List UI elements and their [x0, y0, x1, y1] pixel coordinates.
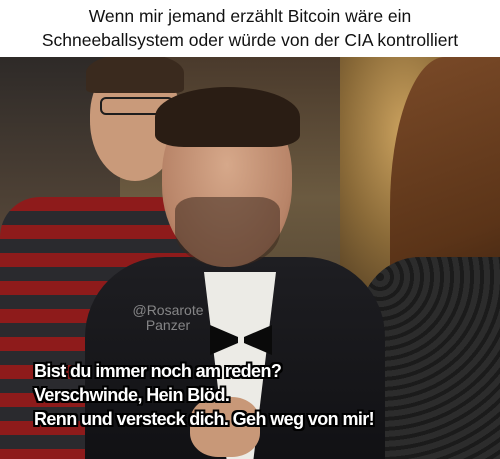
bottom-caption: Bist du immer noch am reden? Verschwinde…	[34, 359, 494, 431]
bottom-caption-line-3: Renn und versteck dich. Geh weg von mir!	[34, 409, 375, 429]
top-caption-line-2: Schneeballsystem oder würde von der CIA …	[41, 30, 459, 50]
watermark: @Rosarote Panzer	[118, 303, 218, 333]
bottom-caption-line-1: Bist du immer noch am reden?	[34, 361, 282, 381]
background-man-hair	[86, 57, 184, 93]
watermark-line-1: @Rosarote	[132, 302, 204, 318]
man-hair	[155, 87, 300, 147]
top-caption-line-1: Wenn mir jemand erzählt Bitcoin wäre ein	[88, 6, 412, 26]
bowtie-icon	[210, 325, 272, 355]
bottom-caption-line-2: Verschwinde, Hein Blöd.	[34, 385, 230, 405]
watermark-line-2: Panzer	[145, 317, 191, 333]
top-caption: Wenn mir jemand erzählt Bitcoin wäre ein…	[0, 0, 500, 56]
man-beard	[175, 197, 280, 267]
